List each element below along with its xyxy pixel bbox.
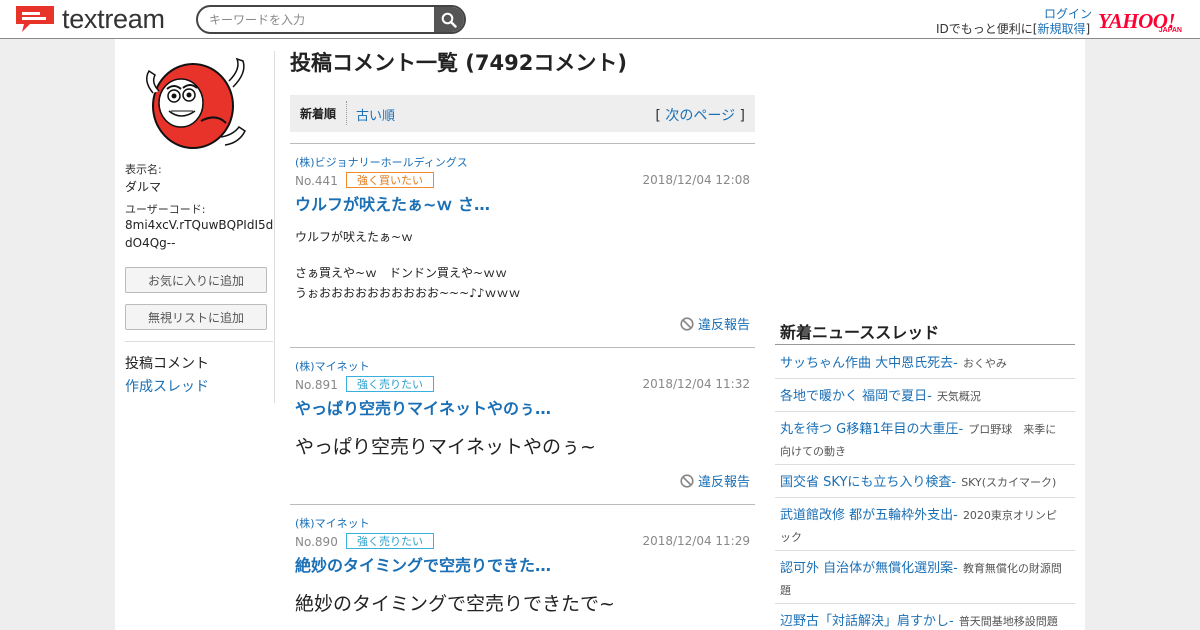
news-item[interactable]: サッちゃん作曲 大中恩氏死去- おくやみ (775, 346, 1075, 379)
sentiment-tag: 強く売りたい (346, 376, 434, 392)
post-number: No.441 (295, 174, 338, 188)
textream-logo-icon (16, 6, 54, 32)
news-title[interactable]: 認可外 自治体が無償化選別案 (780, 561, 953, 576)
sort-separator (346, 101, 347, 125)
register-link[interactable]: 新規取得 (1037, 22, 1085, 36)
post-body-line: やっぱり空売りマイネットやのぅ~ (295, 436, 596, 458)
yahoo-japan-logo[interactable]: YAHOO! JAPAN (1098, 9, 1186, 35)
sentiment-tag: 強く売りたい (346, 533, 434, 549)
header: textream ログイン IDでもっと便利に[新規取得] YAHOO! JAP… (0, 0, 1200, 39)
id-promo-text: IDでもっと便利に (936, 22, 1033, 36)
news-title[interactable]: 丸を待つ G移籍1年目の大重圧 (780, 422, 958, 437)
news-separator: - (951, 475, 957, 490)
news-category[interactable]: SKY(スカイマーク) (961, 476, 1056, 489)
post-date: 2018/12/04 11:32 (642, 377, 750, 391)
post-company-link[interactable]: (株)ビジョナリーホールディングス (295, 154, 468, 170)
prohibited-icon (680, 316, 694, 331)
report-link[interactable]: 違反報告 (680, 471, 750, 490)
news-separator: - (953, 356, 958, 371)
report-label: 違反報告 (697, 318, 750, 333)
post-company-link[interactable]: (株)マイネット (295, 515, 370, 531)
news-column: 新着ニューススレッド サッちゃん作曲 大中恩氏死去- おくやみ 各地で暖かく 福… (775, 39, 1075, 630)
profile-sidebar: 表示名: ダルマ ユーザーコード: 8mi4xcV.rTQuwBQPIdI5d … (125, 51, 273, 403)
news-separator: - (927, 389, 932, 404)
post-title-link[interactable]: 絶妙のタイミングで空売りできた… (295, 552, 551, 576)
news-title[interactable]: 各地で暖かく 福岡で夏日 (780, 389, 927, 404)
post-title-link[interactable]: ウルフが吠えたぁ~ｗ さ… (295, 191, 490, 215)
logo-wordmark: textream (62, 3, 165, 34)
news-category[interactable]: 天気概況 (937, 390, 981, 403)
news-item[interactable]: 辺野古「対話解決」肩すかし- 普天間基地移設問題 (775, 604, 1075, 630)
post-date: 2018/12/04 11:29 (642, 534, 750, 548)
page-container: 表示名: ダルマ ユーザーコード: 8mi4xcV.rTQuwBQPIdI5d … (115, 39, 1085, 630)
daruma-avatar (146, 57, 246, 149)
yahoo-logo-subtext: JAPAN (1158, 27, 1182, 34)
next-page-link[interactable]: 次のページ (665, 108, 735, 124)
news-separator: - (958, 422, 964, 437)
post-number: No.890 (295, 535, 338, 549)
post-date: 2018/12/04 12:08 (642, 173, 750, 187)
post-body-line: 絶妙のタイミングで空売りできたで~ (295, 593, 615, 615)
sentiment-tag: 強く買いたい (346, 172, 434, 188)
news-separator: - (953, 561, 958, 576)
next-page-nav: [ 次のページ ] (655, 105, 745, 125)
report-link[interactable]: 違反報告 (680, 314, 750, 333)
sidebar-rule (274, 51, 275, 403)
page-title: 投稿コメント一覧 (7492コメント) (290, 51, 627, 75)
post-body-line: うぉおおおおおおおおおお~~~♪♪ｗｗｗ (295, 286, 521, 300)
user-code-line-1: 8mi4xcV.rTQuwBQPIdI5d (125, 218, 274, 232)
post-body-line: さぁ買えや~ｗ ドンドン買えや~ｗｗ (295, 266, 508, 280)
id-promo: IDでもっと便利に[新規取得] (936, 20, 1090, 37)
sort-newest-tab[interactable]: 新着順 (300, 105, 336, 122)
search-button[interactable] (434, 7, 464, 32)
display-name: ダルマ (125, 180, 162, 194)
news-title[interactable]: 国交省 SKYにも立ち入り検査 (780, 475, 951, 490)
search-box (196, 5, 466, 34)
comment-post: (株)マイネット No.890 強く売りたい 2018/12/04 11:29 … (290, 504, 755, 630)
prohibited-icon (680, 473, 694, 488)
news-title[interactable]: 辺野古「対話解決」肩すかし (780, 614, 949, 629)
news-category[interactable]: 普天間基地移設問題 (959, 615, 1058, 628)
sidebar-divider (125, 341, 273, 342)
news-separator: - (953, 508, 958, 523)
user-code-line-2: dO4Qg-- (125, 236, 176, 250)
comment-post: (株)マイネット No.891 強く売りたい 2018/12/04 11:32 … (290, 347, 755, 504)
news-heading: 新着ニューススレッド (775, 317, 1075, 345)
news-item[interactable]: 国交省 SKYにも立ち入り検査- SKY(スカイマーク) (775, 465, 1075, 498)
post-company-link[interactable]: (株)マイネット (295, 358, 370, 374)
post-body-line: ウルフが吠えたぁ~ｗ (295, 230, 414, 244)
main-column: 投稿コメント一覧 (7492コメント) 新着順 古い順 [ 次のページ ] (株… (290, 39, 755, 630)
add-favorite-button[interactable]: お気に入りに追加 (125, 267, 267, 293)
news-title[interactable]: サッちゃん作曲 大中恩氏死去 (780, 356, 953, 371)
user-code-label: ユーザーコード: (125, 203, 206, 216)
report-label: 違反報告 (697, 475, 750, 490)
news-item[interactable]: 武道館改修 都が五輪枠外支出- 2020東京オリンピック (775, 498, 1075, 551)
register-bracket-close: ] (1085, 22, 1091, 36)
comment-post: (株)ビジョナリーホールディングス No.441 強く買いたい 2018/12/… (290, 143, 755, 347)
news-title[interactable]: 武道館改修 都が五輪枠外支出 (780, 508, 953, 523)
add-ignore-button[interactable]: 無視リストに追加 (125, 304, 267, 330)
search-input[interactable] (198, 7, 434, 32)
news-item[interactable]: 丸を待つ G移籍1年目の大重圧- プロ野球 来季に向けての動き (775, 412, 1075, 465)
sort-bar: 新着順 古い順 [ 次のページ ] (290, 95, 755, 132)
news-separator: - (949, 614, 954, 629)
news-item[interactable]: 各地で暖かく 福岡で夏日- 天気概況 (775, 379, 1075, 412)
display-name-label: 表示名: (125, 163, 162, 176)
news-item[interactable]: 認可外 自治体が無償化選別案- 教育無償化の財源問題 (775, 551, 1075, 604)
post-title-link[interactable]: やっぱり空売りマイネットやのぅ… (295, 395, 551, 419)
next-bracket-close: ] (739, 108, 745, 124)
news-category[interactable]: おくやみ (963, 357, 1007, 370)
sidebar-item-threads[interactable]: 作成スレッド (125, 376, 209, 396)
textream-logo[interactable]: textream (14, 4, 165, 34)
post-number: No.891 (295, 378, 338, 392)
next-bracket-open: [ (655, 108, 661, 124)
sidebar-item-posts[interactable]: 投稿コメント (125, 353, 209, 373)
search-icon (441, 12, 457, 28)
sort-oldest-tab[interactable]: 古い順 (356, 105, 395, 124)
news-heading-text: 新着ニューススレッド (780, 323, 940, 342)
